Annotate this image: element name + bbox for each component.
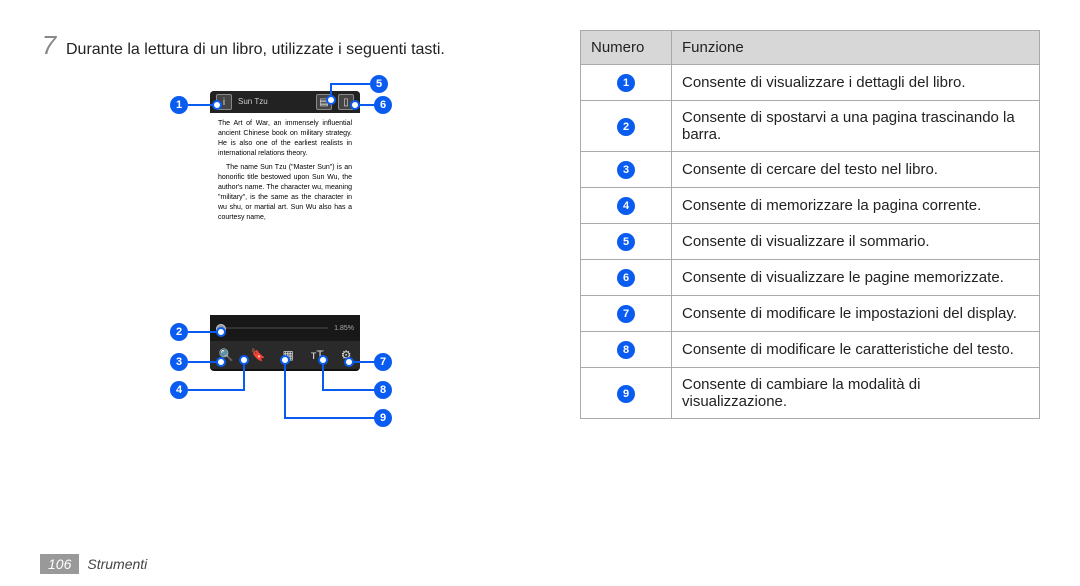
row-badge: 8 <box>617 341 635 359</box>
phone-body-p2: The name Sun Tzu ("Master Sun") is an ho… <box>218 163 352 223</box>
page-footer: 106 Strumenti <box>40 554 147 574</box>
callout-5: 5 <box>370 75 388 93</box>
step-number: 7 <box>40 30 58 61</box>
table-row: 6 Consente di visualizzare le pagine mem… <box>581 260 1040 296</box>
line-h-callout-5 <box>330 83 370 85</box>
row-function: Consente di visualizzare le pagine memor… <box>672 260 1040 296</box>
line-v-callout-4 <box>243 361 245 391</box>
line-callout-7 <box>352 361 376 363</box>
line-callout-1 <box>188 104 214 106</box>
progress-track <box>216 327 328 329</box>
dot-callout-6 <box>350 100 360 110</box>
phone-progress-bar: 1.85% <box>210 315 360 341</box>
table-row: 2 Consente di spostarvi a una pagina tra… <box>581 101 1040 152</box>
phone-page-text: The Art of War, an immensely influential… <box>210 113 360 315</box>
table-row: 5 Consente di visualizzare il sommario. <box>581 224 1040 260</box>
line-h-callout-9 <box>284 417 376 419</box>
progress-percent: 1.85% <box>334 325 354 332</box>
row-badge: 2 <box>617 118 635 136</box>
bookmark-icon: 🔖 <box>251 348 266 362</box>
row-badge: 7 <box>617 305 635 323</box>
phone-body-p1: The Art of War, an immensely influential… <box>218 119 352 159</box>
step-text: Durante la lettura di un libro, utilizza… <box>66 41 445 59</box>
line-callout-3 <box>188 361 218 363</box>
row-badge: 1 <box>617 74 635 92</box>
line-callout-6 <box>358 104 376 106</box>
table-row: 8 Consente di modificare le caratteristi… <box>581 332 1040 368</box>
line-v-callout-9 <box>284 363 286 419</box>
row-function: Consente di visualizzare i dettagli del … <box>672 65 1040 101</box>
step-line: 7 Durante la lettura di un libro, utiliz… <box>40 30 520 61</box>
table-row: 7 Consente di modificare le impostazioni… <box>581 296 1040 332</box>
phone-title: Sun Tzu <box>238 98 310 106</box>
line-h-callout-4 <box>188 389 244 391</box>
col-header-number: Numero <box>581 31 672 65</box>
functions-table: Numero Funzione 1 Consente di visualizza… <box>580 30 1040 419</box>
row-badge: 9 <box>617 385 635 403</box>
section-title: Strumenti <box>87 556 147 572</box>
row-function: Consente di cercare del testo nel libro. <box>672 152 1040 188</box>
dot-callout-3 <box>216 357 226 367</box>
line-callout-2 <box>188 331 218 333</box>
row-function: Consente di modificare le caratteristich… <box>672 332 1040 368</box>
dot-callout-9 <box>280 355 290 365</box>
page-number: 106 <box>40 554 79 574</box>
callout-4: 4 <box>170 381 188 399</box>
col-header-function: Funzione <box>672 31 1040 65</box>
row-function: Consente di spostarvi a una pagina trasc… <box>672 101 1040 152</box>
row-function: Consente di visualizzare il sommario. <box>672 224 1040 260</box>
phone-illustration: i Sun Tzu ▤ ▯ The Art of War, an immense… <box>160 81 400 441</box>
row-badge: 4 <box>617 197 635 215</box>
callout-3: 3 <box>170 353 188 371</box>
callout-7: 7 <box>374 353 392 371</box>
callout-9: 9 <box>374 409 392 427</box>
dot-callout-2 <box>216 327 226 337</box>
line-h-callout-8 <box>322 389 376 391</box>
callout-1: 1 <box>170 96 188 114</box>
table-row: 1 Consente di visualizzare i dettagli de… <box>581 65 1040 101</box>
callout-6: 6 <box>374 96 392 114</box>
phone-top-toolbar: i Sun Tzu ▤ ▯ <box>210 91 360 113</box>
dot-callout-1 <box>212 100 222 110</box>
callout-8: 8 <box>374 381 392 399</box>
row-badge: 3 <box>617 161 635 179</box>
row-function: Consente di cambiare la modalità di visu… <box>672 368 1040 419</box>
table-row: 4 Consente di memorizzare la pagina corr… <box>581 188 1040 224</box>
callout-2: 2 <box>170 323 188 341</box>
dot-callout-7 <box>344 357 354 367</box>
table-row: 3 Consente di cercare del testo nel libr… <box>581 152 1040 188</box>
row-function: Consente di memorizzare la pagina corren… <box>672 188 1040 224</box>
phone-frame: i Sun Tzu ▤ ▯ The Art of War, an immense… <box>210 91 360 371</box>
line-v-callout-8 <box>322 361 324 391</box>
dot-callout-8 <box>318 355 328 365</box>
dot-callout-4 <box>239 355 249 365</box>
dot-callout-5 <box>326 95 336 105</box>
table-row: 9 Consente di cambiare la modalità di vi… <box>581 368 1040 419</box>
row-badge: 6 <box>617 269 635 287</box>
row-function: Consente di modificare le impostazioni d… <box>672 296 1040 332</box>
row-badge: 5 <box>617 233 635 251</box>
